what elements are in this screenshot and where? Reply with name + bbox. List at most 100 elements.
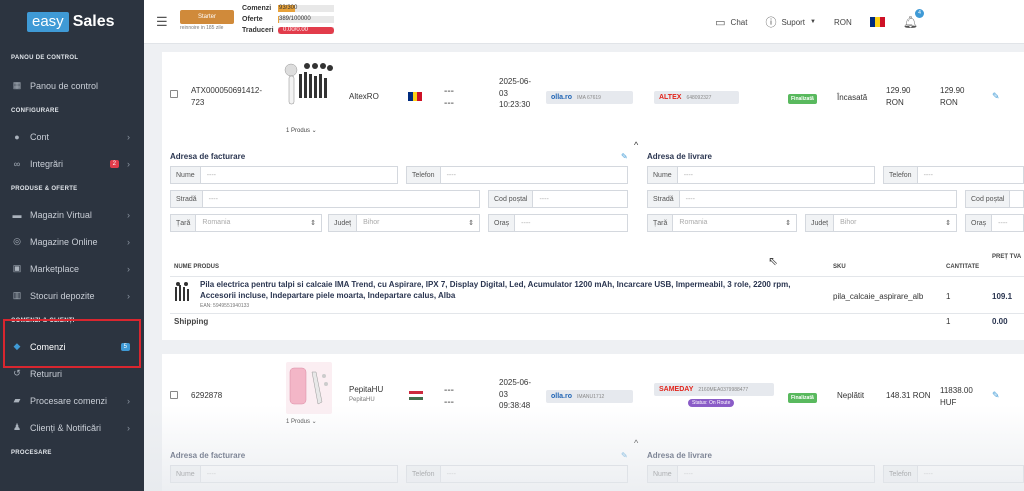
- quota-oferte: Oferte 389/100000: [242, 16, 334, 23]
- sidebar: easy Sales PANOU DE CONTROL ▦ Panou de c…: [0, 0, 144, 491]
- currency-selector[interactable]: RON: [834, 18, 852, 27]
- collapse-caret-icon[interactable]: ^: [634, 140, 638, 150]
- billing-edit-icon[interactable]: ✎: [621, 451, 628, 460]
- billing-strada-field[interactable]: Stradă ----: [170, 190, 480, 208]
- billing-nume-field[interactable]: Nume ----: [170, 166, 398, 184]
- app-logo[interactable]: easy Sales: [0, 0, 144, 44]
- sidebar-item-label: Magazine Online: [30, 236, 98, 247]
- field-value: ----: [446, 470, 456, 478]
- sidebar-item-clienti[interactable]: ♟ Clienți & Notificări ›: [0, 414, 144, 441]
- amount-total: 11838.00 HUF: [940, 386, 973, 407]
- sidebar-item-magazin-virtual[interactable]: ▬ Magazin Virtual ›: [0, 201, 144, 228]
- courier-pill[interactable]: olla.ro IMANU1712: [546, 390, 633, 403]
- courier-code: IMA 67619: [577, 94, 601, 101]
- shipping-telefon-field[interactable]: Telefon ----: [883, 166, 1024, 184]
- chevron-right-icon: ›: [127, 209, 130, 220]
- orders-list: ATX000050691412-723 1 Produs ⌄ AltexRO -…: [144, 44, 1024, 491]
- notifications-count: 4: [915, 9, 924, 18]
- chevron-down-icon: ⌄: [310, 419, 317, 425]
- section-panou: PANOU DE CONTROL: [11, 55, 79, 61]
- sidebar-item-label: Magazin Virtual: [30, 209, 92, 220]
- order-id[interactable]: 6292878: [191, 391, 222, 400]
- tara-value: Romania: [679, 219, 708, 226]
- users-icon: ♟: [12, 422, 22, 432]
- awb-code: 2160MEA0379988477: [698, 386, 749, 393]
- billing-judet-select[interactable]: Județ Bihor ⇕: [328, 214, 480, 232]
- chat-button[interactable]: ▭ Chat: [715, 16, 747, 29]
- field-label: Cod poștal: [966, 191, 1011, 207]
- quota-value: 0.00/0.00: [283, 27, 309, 33]
- field-label: Nume: [171, 167, 201, 183]
- order-checkbox[interactable]: [170, 391, 178, 399]
- billing-nume-field[interactable]: Nume ----: [170, 465, 398, 483]
- hamburger-icon[interactable]: ☰: [156, 14, 168, 30]
- status-badge: Finalizată: [788, 393, 817, 403]
- sidebar-item-marketplace[interactable]: ▣ Marketplace ›: [0, 255, 144, 282]
- sidebar-item-magazine-online[interactable]: ◎ Magazine Online ›: [0, 228, 144, 255]
- chevron-right-icon: ›: [127, 158, 130, 169]
- shipping-nume-field[interactable]: Nume ----: [647, 465, 875, 483]
- product-image[interactable]: [281, 60, 339, 118]
- shipping-telefon-field[interactable]: Telefon ----: [883, 465, 1024, 483]
- billing-telefon-field[interactable]: Telefon ----: [406, 166, 628, 184]
- topbar: ☰ Starter reinnoire in 185 zile Comenzi …: [144, 0, 1024, 44]
- sidebar-item-panou[interactable]: ▦ Panou de control: [0, 72, 144, 99]
- language-flag-ro[interactable]: [869, 17, 885, 27]
- order-date: 2025-06-03 10:23:30: [499, 77, 532, 109]
- logo-easy: easy: [27, 12, 69, 32]
- mouse-cursor-icon: ⇖: [768, 254, 779, 268]
- shipping-nume-field[interactable]: Nume ----: [647, 166, 875, 184]
- order-id[interactable]: ATX000050691412-723: [191, 85, 271, 109]
- marketplace-pill[interactable]: ALTEX 648092327: [654, 91, 739, 104]
- sidebar-item-stocuri[interactable]: ▥ Stocuri depozite ›: [0, 282, 144, 309]
- shipping-title: Adresa de livrare: [647, 152, 712, 161]
- order-card: ATX000050691412-723 1 Produs ⌄ AltexRO -…: [162, 52, 1024, 340]
- sidebar-item-procesare-comenzi[interactable]: ▰ Procesare comenzi ›: [0, 387, 144, 414]
- sidebar-item-label: Procesare comenzi: [30, 395, 108, 406]
- products-count-toggle[interactable]: 1 Produs ⌄: [286, 418, 317, 425]
- shipping-oras-field[interactable]: Oraș ----: [965, 214, 1024, 232]
- marketplace-code: 648092327: [686, 94, 712, 101]
- product-name[interactable]: Pila electrica pentru talpi si calcaie I…: [200, 280, 820, 301]
- awb-pill[interactable]: SAMEDAY 2160MEA0379988477: [654, 383, 774, 396]
- sidebar-item-label: Cont: [30, 131, 50, 142]
- billing-edit-icon[interactable]: ✎: [621, 152, 628, 161]
- plan-button[interactable]: Starter: [180, 10, 234, 24]
- sidebar-item-label: Marketplace: [30, 263, 80, 274]
- shipping-judet-select[interactable]: Județ Bihor ⇕: [805, 214, 957, 232]
- shipping-row-price: 0.00: [992, 317, 1008, 326]
- shipping-cod-postal-field[interactable]: Cod poștal: [965, 190, 1024, 208]
- suport-dropdown[interactable]: ⓘ Suport ▼: [765, 14, 816, 30]
- amount-ron: 148.31 RON: [886, 391, 931, 400]
- integrari-badge: 2: [109, 159, 119, 168]
- shipping-strada-field[interactable]: Stradă ----: [647, 190, 957, 208]
- field-label: Telefon: [884, 167, 918, 183]
- product-image[interactable]: [286, 362, 332, 414]
- shipping-tara-select[interactable]: Țară Romania ⇕: [647, 214, 797, 232]
- chevron-down-icon: ⌄: [310, 128, 317, 134]
- collapse-caret-icon[interactable]: ^: [634, 438, 638, 448]
- field-label: Județ: [806, 215, 835, 231]
- payment-status: Neplătit: [837, 391, 865, 400]
- billing-oras-field[interactable]: Oraș ----: [488, 214, 628, 232]
- order-checkbox[interactable]: [170, 90, 178, 98]
- field-label: Țară: [648, 215, 674, 231]
- billing-tara-select[interactable]: Țară Romania ⇕: [170, 214, 322, 232]
- products-count-toggle[interactable]: 1 Produs ⌄: [286, 127, 317, 134]
- romania-flag-icon: [869, 17, 885, 27]
- sidebar-item-cont[interactable]: ● Cont ›: [0, 123, 144, 150]
- quota-comenzi: Comenzi 93/300: [242, 5, 334, 12]
- return-icon: ↺: [13, 368, 21, 378]
- edit-icon[interactable]: ✎: [992, 91, 1000, 102]
- billing-telefon-field[interactable]: Telefon ----: [406, 465, 628, 483]
- quota-label: Traduceri: [242, 27, 274, 34]
- bell-icon[interactable]: 🔔︎ 4: [903, 9, 924, 29]
- edit-icon[interactable]: ✎: [992, 390, 1000, 401]
- store-icon: ▬: [12, 209, 22, 220]
- billing-cod-postal-field[interactable]: Cod poștal ----: [488, 190, 628, 208]
- products-count: 1 Produs: [286, 419, 311, 425]
- courier-pill[interactable]: olla.ro IMA 67619: [546, 91, 633, 104]
- sidebar-item-integrari[interactable]: ∞ Integrări 2 ›: [0, 150, 144, 177]
- product-thumbnail: [172, 281, 194, 305]
- chevron-right-icon: ›: [127, 263, 130, 274]
